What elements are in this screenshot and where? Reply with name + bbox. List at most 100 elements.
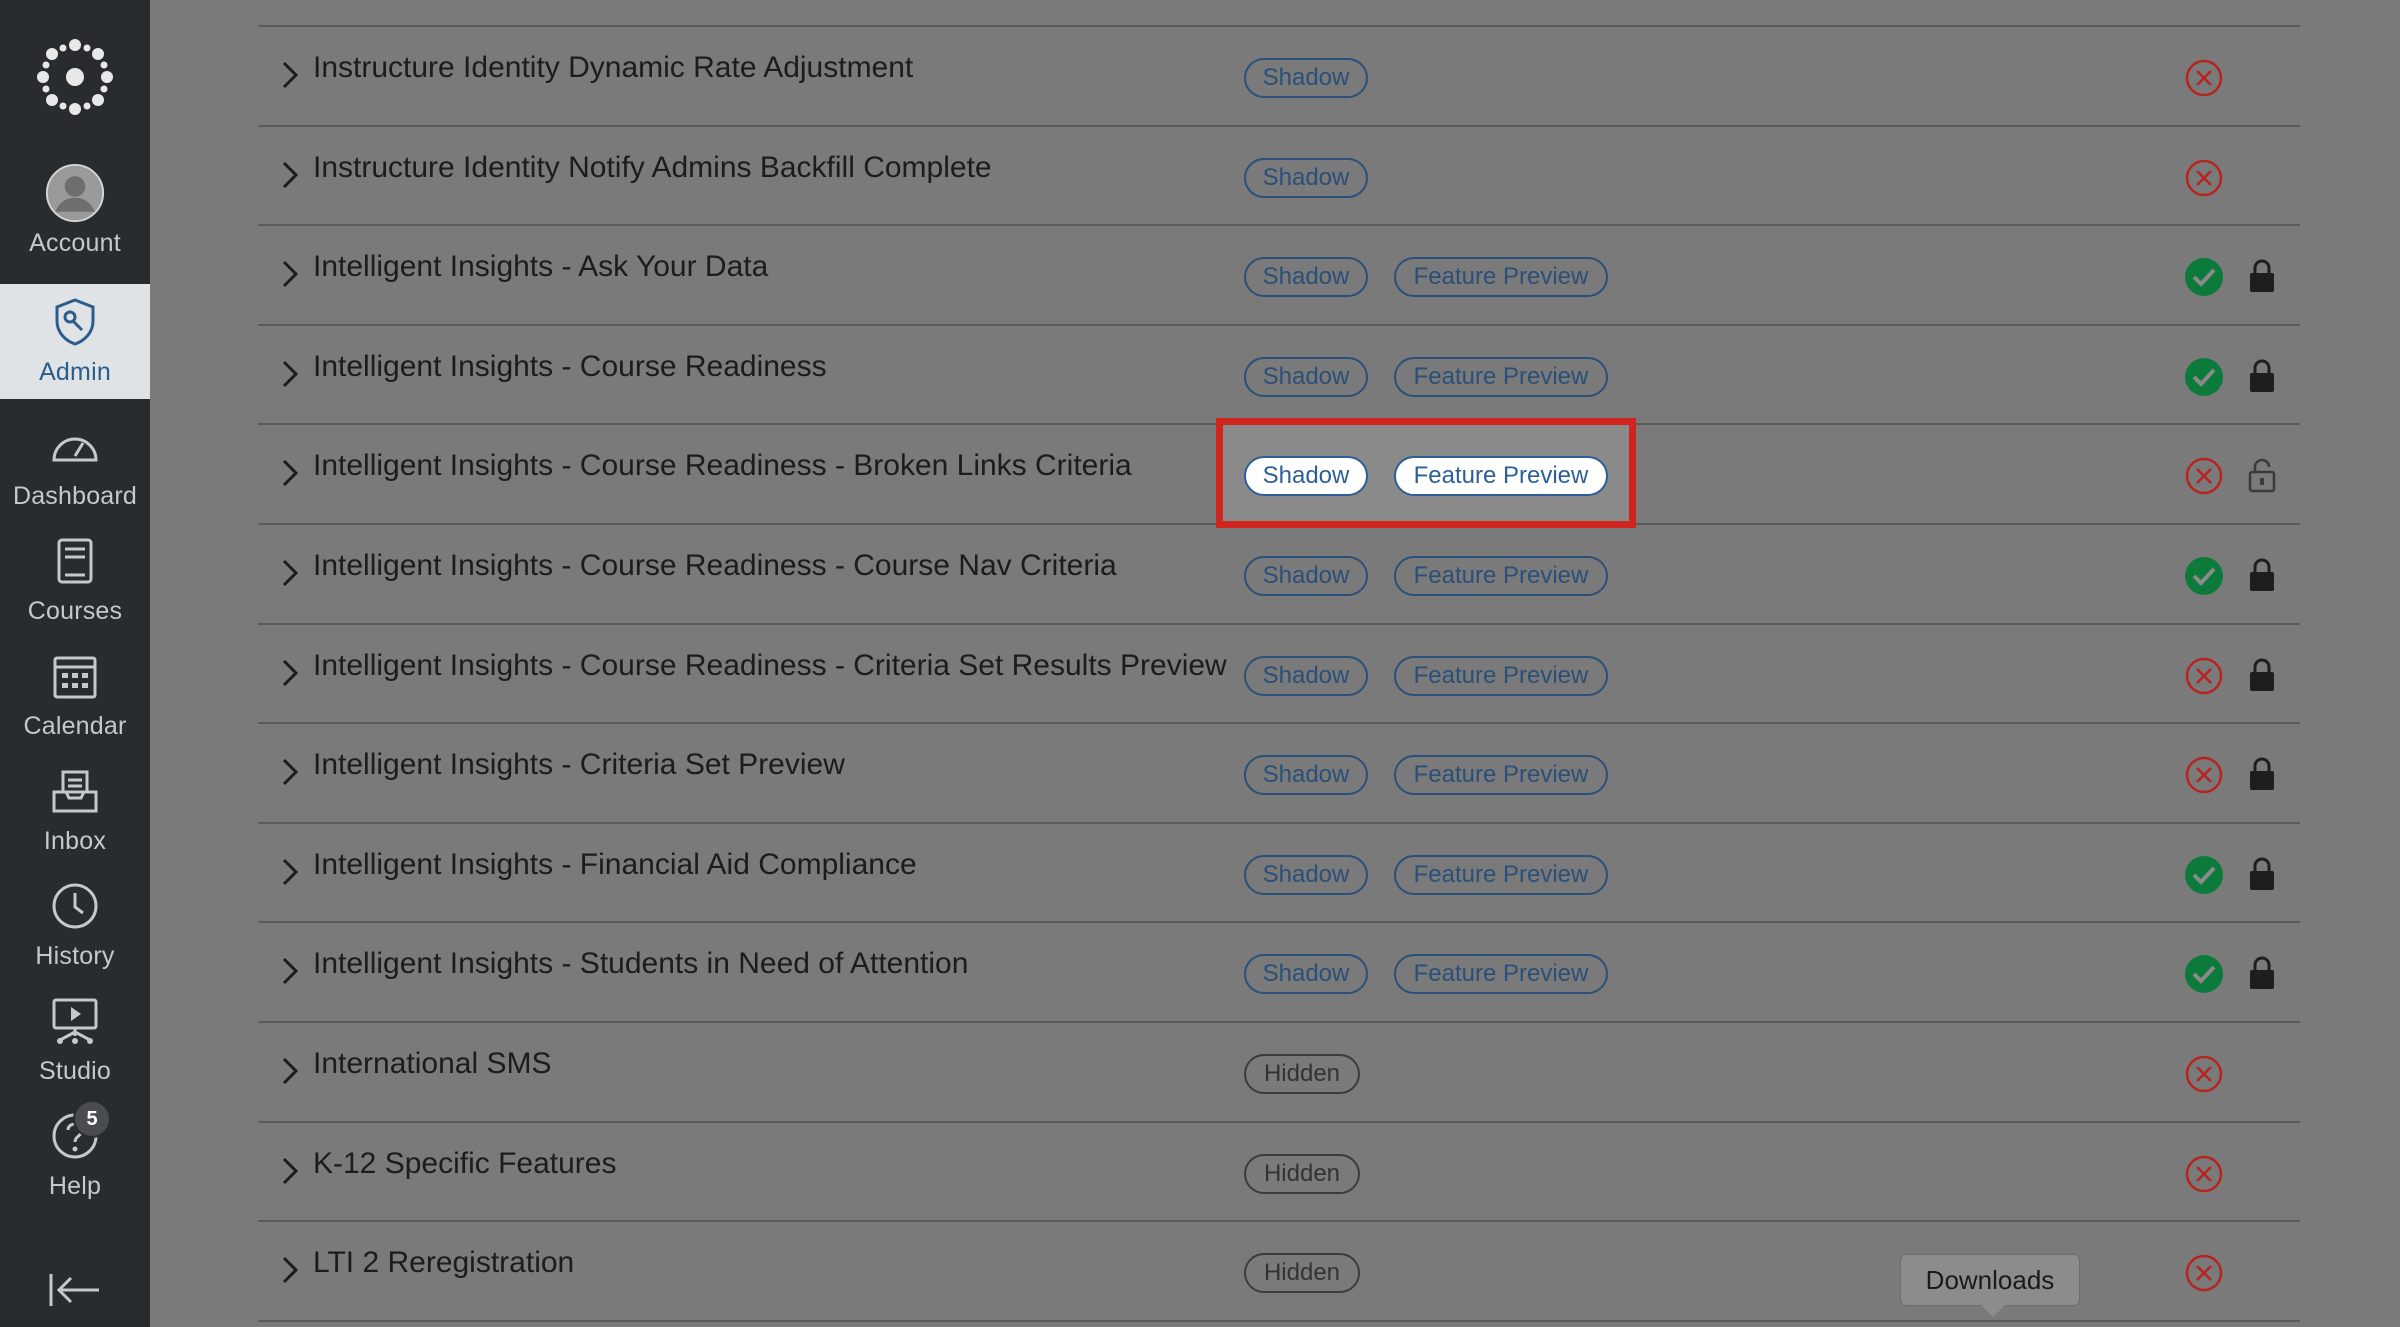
studio-icon (45, 991, 105, 1051)
disabled-x-icon[interactable] (2183, 455, 2225, 497)
feature-title[interactable]: International SMS (313, 1047, 551, 1081)
feature-preview-pill: Feature Preview (1394, 456, 1608, 497)
feature-title[interactable]: Intelligent Insights - Criteria Set Prev… (313, 748, 845, 782)
feature-title[interactable]: LTI 2 Reregistration (313, 1246, 574, 1280)
nav-item-inbox[interactable]: Inbox (0, 753, 150, 868)
nav-label: Calendar (23, 712, 127, 740)
enabled-check-icon[interactable] (2183, 854, 2225, 896)
nav-label: Account (29, 229, 121, 257)
disabled-x-icon[interactable] (2183, 754, 2225, 796)
lock-icon[interactable] (2247, 257, 2277, 295)
lock-icon[interactable] (2247, 855, 2277, 893)
shadow-pill: Shadow (1244, 257, 1368, 298)
lock-icon[interactable] (2247, 954, 2277, 992)
feature-row: Intelligent Insights - Financial Aid Com… (258, 824, 2300, 921)
lock-icon[interactable] (2247, 556, 2277, 594)
history-icon (45, 876, 105, 936)
feature-title[interactable]: Intelligent Insights - Course Readiness … (313, 549, 1117, 583)
nav-item-admin[interactable]: Admin (0, 284, 150, 399)
admin-icon (45, 292, 105, 352)
hidden-pill: Hidden (1244, 1153, 1360, 1194)
feature-title[interactable]: Intelligent Insights - Financial Aid Com… (313, 848, 917, 882)
feature-title[interactable]: K-12 Specific Features (313, 1147, 616, 1181)
enabled-check-icon[interactable] (2183, 256, 2225, 298)
feature-row: International SMS Hidden (258, 1023, 2300, 1120)
feature-title[interactable]: Instructure Identity Notify Admins Backf… (313, 151, 992, 185)
feature-title[interactable]: Intelligent Insights - Course Readiness … (313, 649, 1227, 683)
chevron-right-icon[interactable] (278, 755, 302, 789)
lock-icon[interactable] (2247, 357, 2277, 395)
shadow-pill: Shadow (1244, 58, 1368, 98)
feature-title[interactable]: Intelligent Insights - Course Readiness … (313, 449, 1132, 483)
nav-item-courses[interactable]: Courses (0, 523, 150, 638)
lock-icon[interactable] (2247, 656, 2277, 694)
courses-icon (45, 531, 105, 591)
canvas-logo-icon[interactable] (35, 37, 115, 117)
unlock-icon[interactable] (2247, 456, 2277, 494)
shadow-pill: Shadow (1244, 755, 1368, 796)
chevron-right-icon[interactable] (278, 1054, 302, 1088)
feature-row: K-12 Specific Features Hidden (258, 1123, 2300, 1220)
feature-title[interactable]: Instructure Identity Dynamic Rate Adjust… (313, 51, 913, 85)
lock-icon[interactable] (2247, 755, 2277, 793)
nav-label: Studio (38, 1057, 112, 1085)
hidden-pill: Hidden (1244, 1253, 1360, 1294)
feature-preview-pill: Feature Preview (1394, 655, 1608, 696)
nav-label: Courses (27, 597, 123, 625)
nav-label: History (35, 942, 115, 970)
disabled-x-icon[interactable] (2183, 655, 2225, 697)
shadow-pill: Shadow (1244, 356, 1368, 397)
chevron-right-icon[interactable] (278, 1253, 302, 1287)
nav-item-help[interactable]: 5 Help (0, 1098, 150, 1213)
nav-label: Admin (39, 358, 111, 386)
dashboard-icon (45, 416, 105, 476)
feature-preview-pill: Feature Preview (1394, 257, 1608, 298)
nav-label: Dashboard (12, 482, 138, 510)
chevron-right-icon[interactable] (278, 656, 302, 690)
row-divider (258, 1319, 2300, 1322)
nav-label: Inbox (43, 827, 107, 855)
nav-item-calendar[interactable]: Calendar (0, 638, 150, 753)
downloads-tooltip-label: Downloads (1925, 1264, 2055, 1295)
nav-item-studio[interactable]: Studio (0, 983, 150, 1098)
disabled-x-icon[interactable] (2183, 1153, 2225, 1195)
chevron-right-icon[interactable] (278, 1154, 302, 1188)
disabled-x-icon[interactable] (2183, 1252, 2225, 1294)
feature-row: Instructure Identity Dynamic Rate Adjust… (258, 27, 2300, 124)
feature-preview-pill: Feature Preview (1394, 854, 1608, 895)
chevron-right-icon[interactable] (278, 257, 302, 291)
global-nav: Account Admin Dashboard Courses Calendar… (0, 0, 150, 1327)
downloads-tooltip: Downloads (1900, 1254, 2080, 1317)
disabled-x-icon[interactable] (2183, 157, 2225, 199)
feature-preview-pill: Feature Preview (1394, 954, 1608, 995)
shadow-pill: Shadow (1244, 157, 1368, 198)
chevron-right-icon[interactable] (278, 456, 302, 490)
nav-item-account[interactable]: Account (0, 155, 150, 270)
feature-preview-pill: Feature Preview (1394, 356, 1608, 397)
hidden-pill: Hidden (1244, 1054, 1360, 1094)
disabled-x-icon[interactable] (2183, 57, 2225, 99)
nav-item-dashboard[interactable]: Dashboard (0, 408, 150, 523)
enabled-check-icon[interactable] (2183, 555, 2225, 597)
nav-item-history[interactable]: History (0, 868, 150, 983)
chevron-right-icon[interactable] (278, 855, 302, 889)
enabled-check-icon[interactable] (2183, 356, 2225, 398)
shadow-pill: Shadow (1244, 456, 1368, 497)
feature-title[interactable]: Intelligent Insights - Students in Need … (313, 947, 968, 981)
chevron-right-icon[interactable] (278, 357, 302, 391)
disabled-x-icon[interactable] (2183, 1053, 2225, 1095)
chevron-right-icon[interactable] (278, 556, 302, 590)
account-icon (45, 163, 105, 223)
chevron-right-icon[interactable] (278, 158, 302, 192)
collapse-nav-icon[interactable] (45, 1270, 105, 1310)
feature-row: Intelligent Insights - Students in Need … (258, 923, 2300, 1020)
feature-row: Intelligent Insights - Criteria Set Prev… (258, 724, 2300, 821)
feature-title[interactable]: Intelligent Insights - Course Readiness (313, 350, 827, 384)
chevron-right-icon[interactable] (278, 58, 302, 92)
feature-title[interactable]: Intelligent Insights - Ask Your Data (313, 250, 768, 284)
feature-preview-pill: Feature Preview (1394, 556, 1608, 596)
feature-row: Intelligent Insights - Ask Your Data Shad… (258, 226, 2300, 323)
enabled-check-icon[interactable] (2183, 953, 2225, 995)
chevron-right-icon[interactable] (278, 954, 302, 988)
nav-label: Help (48, 1172, 102, 1200)
